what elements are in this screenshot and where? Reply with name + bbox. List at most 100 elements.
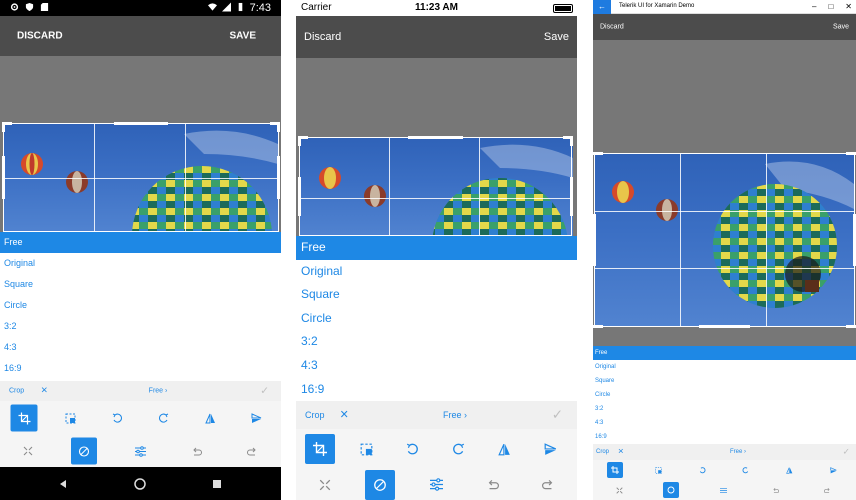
header-bar: Discard Save <box>296 16 577 58</box>
option-circle[interactable]: Circle <box>0 295 281 316</box>
resize-button[interactable] <box>18 441 38 461</box>
option-original[interactable]: Original <box>593 360 856 374</box>
minimize-icon[interactable]: – <box>812 2 816 11</box>
back-icon[interactable] <box>58 479 68 489</box>
aspect-ratio-dropdown[interactable]: Free › <box>149 388 168 395</box>
signal-icon <box>222 2 231 12</box>
save-button[interactable]: SAVE <box>230 31 257 42</box>
option-circle[interactable]: Circle <box>296 307 577 331</box>
recents-icon[interactable] <box>213 479 222 488</box>
option-original[interactable]: Original <box>296 260 577 284</box>
flip-vertical-button[interactable] <box>782 463 796 477</box>
crop-handle-bottom[interactable] <box>698 325 751 328</box>
rotate-right-button[interactable] <box>738 463 752 477</box>
hue-button[interactable] <box>663 482 679 498</box>
selection-button[interactable] <box>60 408 80 428</box>
apply-crop-button[interactable]: ✓ <box>552 407 563 423</box>
image-canvas[interactable] <box>593 40 856 346</box>
rotate-left-icon <box>406 443 418 454</box>
rotate-right-button[interactable] <box>447 438 469 460</box>
option-circle[interactable]: Circle <box>593 388 856 402</box>
option-4-3[interactable]: 4:3 <box>296 354 577 378</box>
option-16-9[interactable]: 16:9 <box>0 358 281 379</box>
apply-crop-button[interactable]: ✓ <box>842 447 850 458</box>
selection-button[interactable] <box>355 438 377 460</box>
option-4-3[interactable]: 4:3 <box>0 337 281 358</box>
adjust-button[interactable] <box>716 483 730 497</box>
crop-handle-right[interactable] <box>570 176 573 216</box>
cancel-crop-button[interactable]: × <box>41 385 48 396</box>
flip-vertical-button[interactable] <box>200 408 220 428</box>
tools-row-2 <box>0 435 281 467</box>
hue-button[interactable] <box>71 437 97 465</box>
rotate-right-button[interactable] <box>153 408 173 428</box>
resize-button[interactable] <box>314 474 336 496</box>
option-3-2[interactable]: 3:2 <box>296 330 577 354</box>
flip-horizontal-button[interactable] <box>539 438 561 460</box>
crop-handle-left[interactable] <box>298 176 301 216</box>
discard-button[interactable]: Discard <box>304 31 341 43</box>
option-16-9[interactable]: 16:9 <box>296 378 577 402</box>
maximize-icon[interactable]: □ <box>828 2 833 11</box>
adjust-button[interactable] <box>425 474 447 496</box>
tools-row-1 <box>296 429 577 469</box>
option-original[interactable]: Original <box>0 253 281 274</box>
option-square[interactable]: Square <box>0 274 281 295</box>
redo-button[interactable] <box>820 483 834 497</box>
crop-handle-top[interactable] <box>113 122 169 125</box>
crop-handle-right[interactable] <box>277 156 280 199</box>
cancel-crop-button[interactable]: × <box>618 447 624 457</box>
discard-button[interactable]: DISCARD <box>17 31 63 42</box>
option-free[interactable]: Free <box>296 236 577 260</box>
option-free[interactable]: Free <box>0 232 281 253</box>
redo-button[interactable] <box>537 474 559 496</box>
selection-button[interactable] <box>651 463 665 477</box>
rotate-left-button[interactable] <box>695 463 709 477</box>
save-button[interactable]: Save <box>833 24 849 31</box>
option-16-9[interactable]: 16:9 <box>593 430 856 444</box>
aspect-ratio-dropdown[interactable]: Free › <box>443 410 467 420</box>
save-button[interactable]: Save <box>544 31 569 43</box>
image-canvas[interactable] <box>296 58 577 236</box>
crop-handle-left[interactable] <box>2 156 5 199</box>
option-square[interactable]: Square <box>296 283 577 307</box>
rotate-left-button[interactable] <box>107 408 127 428</box>
crop-frame[interactable] <box>2 122 280 232</box>
option-square[interactable]: Square <box>593 374 856 388</box>
option-3-2[interactable]: 3:2 <box>0 316 281 337</box>
adjust-button[interactable] <box>130 441 150 461</box>
resize-button[interactable] <box>612 483 626 497</box>
ios-screen: Carrier 11:23 AM Discard Save Free Origi… <box>296 0 577 500</box>
crop-frame[interactable] <box>593 152 856 328</box>
option-4-3[interactable]: 4:3 <box>593 416 856 430</box>
close-icon[interactable]: ✕ <box>845 2 852 11</box>
crop-tool-button[interactable] <box>10 404 38 432</box>
flip-horizontal-button[interactable] <box>246 408 266 428</box>
crop-frame[interactable] <box>298 136 573 236</box>
undo-button[interactable] <box>768 483 782 497</box>
apply-crop-button[interactable]: ✓ <box>260 385 269 397</box>
undo-button[interactable] <box>481 474 503 496</box>
uwp-screen: ← Telerik UI for Xamarin Demo – □ ✕ Disc… <box>593 0 856 500</box>
crop-bar: Crop × Free › ✓ <box>593 444 856 460</box>
adjust-icon <box>134 445 146 457</box>
image-canvas[interactable] <box>0 56 281 232</box>
discard-button[interactable]: Discard <box>600 24 624 31</box>
cancel-crop-button[interactable]: × <box>340 407 348 422</box>
crop-handle-left[interactable] <box>593 214 596 266</box>
rotate-left-button[interactable] <box>401 438 423 460</box>
option-free[interactable]: Free <box>593 346 856 360</box>
crop-handle-top[interactable] <box>408 136 463 139</box>
home-icon[interactable] <box>134 477 146 490</box>
flip-horizontal-button[interactable] <box>826 463 840 477</box>
back-arrow-icon[interactable]: ← <box>593 0 611 14</box>
option-3-2[interactable]: 3:2 <box>593 402 856 416</box>
undo-button[interactable] <box>186 441 206 461</box>
redo-button[interactable] <box>242 441 262 461</box>
crop-tool-button[interactable] <box>305 434 335 464</box>
hue-button[interactable] <box>365 469 395 500</box>
crop-icon <box>18 412 30 424</box>
crop-tool-button[interactable] <box>607 462 623 478</box>
flip-vertical-button[interactable] <box>493 438 515 460</box>
aspect-ratio-dropdown[interactable]: Free › <box>730 449 746 455</box>
